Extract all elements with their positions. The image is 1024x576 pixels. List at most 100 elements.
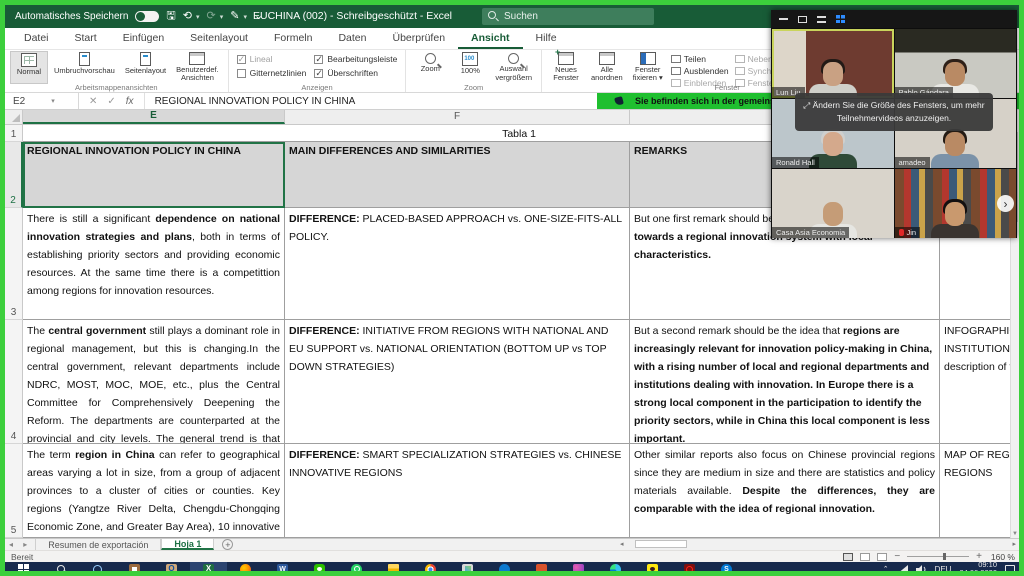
checkbox-gitternetzlinien[interactable]: Gitternetzlinien <box>237 68 307 78</box>
cell-G4[interactable]: But a second remark should be the idea t… <box>630 320 940 444</box>
window-small-ausblenden[interactable]: Ausblenden <box>671 66 729 76</box>
video-conference-window[interactable]: Lun LiuPablo GándaraRonald HallamadeoCas… <box>771 10 1017 238</box>
zoom-button-0[interactable]: Zoom <box>411 51 449 84</box>
taskbar-cortana-icon[interactable] <box>79 562 116 576</box>
clock[interactable]: 09:10 24.06.2020 <box>959 561 997 576</box>
autosave-toggle[interactable] <box>135 11 159 22</box>
taskbar-start-icon[interactable] <box>5 562 42 576</box>
row-header-5[interactable]: 5 <box>5 444 23 538</box>
taskbar-outlook-icon[interactable] <box>153 562 190 576</box>
ribbon-tab-datei[interactable]: Datei <box>11 28 62 49</box>
taskbar-search-icon[interactable] <box>42 562 79 576</box>
checkbox-lineal[interactable]: Lineal <box>237 54 307 64</box>
ribbon-tab-überprüfen[interactable]: Überprüfen <box>380 28 459 49</box>
checkbox-bearbeitungsleiste[interactable]: Bearbeitungsleiste <box>314 54 397 64</box>
view-button-0[interactable]: Normal <box>10 51 48 84</box>
participant-tile-pablo[interactable]: Pablo Gándara <box>895 29 1017 98</box>
view-button-1[interactable]: Umbruchvorschau <box>50 51 119 84</box>
checkbox-überschriften[interactable]: Überschriften <box>314 68 397 78</box>
row-header-2[interactable]: 2 <box>5 142 23 208</box>
window-button-2[interactable]: Fenster fixieren ▾ <box>629 51 667 84</box>
tray-chevron-icon[interactable]: ⌃ <box>883 565 889 573</box>
cell-F4[interactable]: DIFFERENCE: INITIATIVE FROM REGIONS WITH… <box>285 320 630 444</box>
window-button-0[interactable]: Neues Fenster <box>547 51 585 84</box>
select-all-corner[interactable] <box>5 110 23 124</box>
page-break-view-icon[interactable] <box>877 553 887 561</box>
name-box-caret-icon[interactable]: ▾ <box>51 97 55 105</box>
taskbar-firefox-icon[interactable] <box>227 562 264 576</box>
taskbar-onenote-icon[interactable] <box>523 562 560 576</box>
undo-caret[interactable]: ▾ <box>196 13 200 21</box>
cell-F2[interactable]: MAIN DIFFERENCES AND SIMILARITIES <box>285 142 630 208</box>
column-header-E[interactable]: E <box>23 110 285 124</box>
ribbon-tab-einfügen[interactable]: Einfügen <box>110 28 177 49</box>
taskbar-chrome-icon[interactable] <box>412 562 449 576</box>
cell-E3[interactable]: There is still a significant dependence … <box>23 208 285 320</box>
horizontal-scroll-track[interactable] <box>627 540 1010 548</box>
horizontal-scroll-thumb[interactable] <box>635 540 687 548</box>
ribbon-tab-formeln[interactable]: Formeln <box>261 28 326 49</box>
row-header-3[interactable]: 3 <box>5 208 23 320</box>
sheet-tab-resumen-de-exportación[interactable]: Resumen de exportación <box>35 539 161 550</box>
speaker-view-icon[interactable] <box>798 16 807 23</box>
taskbar-edge-icon[interactable] <box>597 562 634 576</box>
ribbon-tab-ansicht[interactable]: Ansicht <box>458 28 523 49</box>
action-center-icon[interactable] <box>1005 565 1015 574</box>
cell-E4[interactable]: The central government still plays a dom… <box>23 320 285 444</box>
zoom-slider-thumb[interactable] <box>943 553 946 560</box>
scroll-right-icon[interactable]: ▸ <box>1009 540 1019 548</box>
window-small-teilen[interactable]: Teilen <box>671 54 729 64</box>
taskbar-file-explorer-icon[interactable] <box>375 562 412 576</box>
taskbar-photos-icon[interactable] <box>449 562 486 576</box>
view-button-3[interactable]: Benutzerdef. Ansichten <box>172 51 223 84</box>
scroll-left-icon[interactable]: ◂ <box>617 540 627 548</box>
taskbar-acrobat-icon[interactable] <box>671 562 708 576</box>
cell-H5[interactable]: MAP OF REGIOREGIONS <box>940 444 1016 538</box>
formula-input[interactable]: REGIONAL INNOVATION POLICY IN CHINA <box>145 96 356 107</box>
sheet-nav-arrows[interactable]: ◂ ▸ <box>5 540 35 549</box>
page-layout-view-icon[interactable] <box>860 553 870 561</box>
taskbar-maps-icon[interactable] <box>486 562 523 576</box>
rows-view-icon[interactable] <box>817 16 826 23</box>
zoom-out-icon[interactable]: − <box>894 551 900 562</box>
cell-H4[interactable]: INFOGRAPHICINSTITUTIONSdescription of th <box>940 320 1016 444</box>
network-icon[interactable] <box>897 565 908 574</box>
zoom-slider[interactable] <box>907 556 969 557</box>
taskbar-whatsapp-icon[interactable] <box>338 562 375 576</box>
ribbon-tab-hilfe[interactable]: Hilfe <box>523 28 570 49</box>
minimize-icon[interactable] <box>779 18 788 20</box>
participant-tile-casa[interactable]: Casa Asia Economia <box>772 169 894 238</box>
speaker-icon[interactable] <box>916 565 927 574</box>
taskbar-word-icon[interactable] <box>264 562 301 576</box>
cell-E5[interactable]: The term region in China can refer to ge… <box>23 444 285 538</box>
cell-F3[interactable]: DIFFERENCE: PLACED-BASED APPROACH vs. ON… <box>285 208 630 320</box>
pen-icon[interactable]: ✎ <box>230 11 239 22</box>
ribbon-tab-daten[interactable]: Daten <box>325 28 379 49</box>
name-box[interactable]: E2 ▾ <box>5 93 79 109</box>
ribbon-tab-start[interactable]: Start <box>62 28 110 49</box>
next-participants-button[interactable]: › <box>997 195 1014 212</box>
horizontal-scrollbar[interactable]: ◂ ▸ <box>617 539 1019 549</box>
scroll-down-icon[interactable]: ▼ <box>1011 531 1019 537</box>
taskbar-excel-icon[interactable] <box>190 562 227 576</box>
pen-caret[interactable]: ▾ <box>243 13 247 21</box>
normal-view-icon[interactable] <box>843 553 853 561</box>
view-button-2[interactable]: Seitenlayout <box>121 51 170 84</box>
insert-function-icon[interactable]: fx <box>126 96 134 107</box>
participant-tile-lun[interactable]: Lun Liu <box>772 29 894 98</box>
grid-view-icon[interactable] <box>836 15 845 23</box>
row-header-1[interactable]: 1 <box>5 125 23 142</box>
row-header-4[interactable]: 4 <box>5 320 23 444</box>
zoom-button-1[interactable]: 100% <box>451 51 489 84</box>
add-sheet-button[interactable]: + <box>222 539 233 550</box>
zoom-button-2[interactable]: Auswahl vergrößern <box>491 51 536 84</box>
taskbar-wechat-icon[interactable] <box>301 562 338 576</box>
ribbon-tab-seitenlayout[interactable]: Seitenlayout <box>177 28 261 49</box>
cell-E2[interactable]: REGIONAL INNOVATION POLICY IN CHINA <box>23 142 285 208</box>
sheet-tab-hoja-1[interactable]: Hoja 1 <box>161 539 214 550</box>
search-input[interactable]: Suchen <box>482 8 654 25</box>
language-indicator[interactable]: DEU <box>935 565 952 574</box>
taskbar-store-icon[interactable] <box>116 562 153 576</box>
taskbar-paint3d-icon[interactable] <box>560 562 597 576</box>
taskbar-skype-icon[interactable] <box>708 562 745 576</box>
